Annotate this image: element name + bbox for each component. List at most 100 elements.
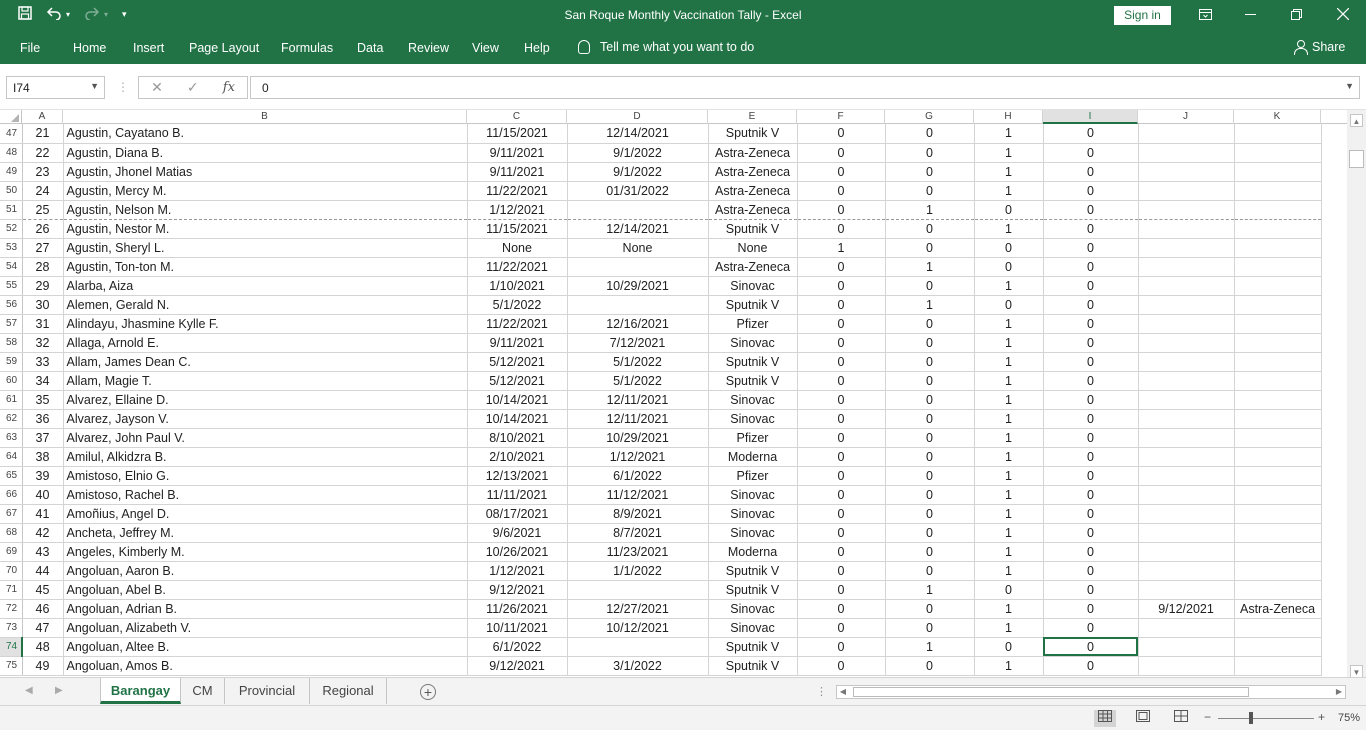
cell-i[interactable]: 0	[1043, 466, 1139, 486]
cell-k[interactable]	[1234, 238, 1322, 258]
cell-b[interactable]: Amistoso, Elnio G.	[63, 466, 468, 486]
cell-d[interactable]	[567, 295, 709, 315]
cell-g[interactable]: 0	[885, 219, 975, 239]
cell-c[interactable]: 5/1/2022	[467, 295, 568, 315]
row-header[interactable]: 63	[0, 428, 23, 448]
cell-a[interactable]: 30	[22, 295, 64, 315]
cell-a[interactable]: 22	[22, 143, 64, 163]
cell-k[interactable]	[1234, 409, 1322, 429]
sheet-tab-regional[interactable]: Regional	[310, 678, 387, 704]
cell-a[interactable]: 27	[22, 238, 64, 258]
minimize-icon[interactable]	[1240, 5, 1260, 25]
row-header[interactable]: 54	[0, 257, 23, 277]
cell-e[interactable]: Sinovac	[708, 523, 798, 543]
row-header[interactable]: 66	[0, 485, 23, 505]
cell-h[interactable]: 1	[974, 618, 1044, 638]
cell-j[interactable]	[1138, 504, 1235, 524]
sheet-tab-cm[interactable]: CM	[181, 678, 225, 704]
cell-d[interactable]: 11/12/2021	[567, 485, 709, 505]
cell-j[interactable]	[1138, 390, 1235, 410]
cell-a[interactable]: 42	[22, 523, 64, 543]
column-header-h[interactable]: H	[974, 110, 1043, 124]
insert-function-icon[interactable]: fx	[223, 80, 235, 95]
cell-f[interactable]: 1	[797, 238, 886, 258]
cell-h[interactable]: 0	[974, 637, 1044, 657]
next-sheet-icon[interactable]: ▶	[55, 685, 63, 696]
cell-f[interactable]: 0	[797, 656, 886, 676]
cell-c[interactable]: 10/11/2021	[467, 618, 568, 638]
cell-b[interactable]: Agustin, Mercy M.	[63, 181, 468, 201]
cell-b[interactable]: Angoluan, Altee B.	[63, 637, 468, 657]
cell-i[interactable]: 0	[1043, 238, 1139, 258]
cell-j[interactable]	[1138, 618, 1235, 638]
cell-b[interactable]: Angoluan, Adrian B.	[63, 599, 468, 619]
cell-d[interactable]	[567, 200, 709, 220]
close-icon[interactable]	[1333, 5, 1353, 25]
scroll-up-icon[interactable]: ▲	[1350, 114, 1363, 127]
cell-j[interactable]	[1138, 295, 1235, 315]
cell-g[interactable]: 0	[885, 447, 975, 467]
row-header[interactable]: 68	[0, 523, 23, 543]
cell-k[interactable]	[1234, 390, 1322, 410]
cell-g[interactable]: 0	[885, 371, 975, 391]
cell-h[interactable]: 1	[974, 314, 1044, 334]
cell-a[interactable]: 23	[22, 162, 64, 182]
tab-formulas[interactable]: Formulas	[281, 41, 333, 55]
cell-e[interactable]: Pfizer	[708, 466, 798, 486]
cell-c[interactable]: 9/12/2021	[467, 580, 568, 600]
cell-k[interactable]	[1234, 618, 1322, 638]
cell-g[interactable]: 0	[885, 485, 975, 505]
cell-j[interactable]: 9/12/2021	[1138, 599, 1235, 619]
cell-e[interactable]: Pfizer	[708, 428, 798, 448]
cell-c[interactable]: 9/11/2021	[467, 143, 568, 163]
cell-i[interactable]: 0	[1043, 181, 1139, 201]
cell-h[interactable]: 0	[974, 580, 1044, 600]
cell-j[interactable]	[1138, 580, 1235, 600]
cell-d[interactable]: 10/12/2021	[567, 618, 709, 638]
cell-f[interactable]: 0	[797, 599, 886, 619]
page-break-preview-icon[interactable]	[1170, 710, 1192, 727]
cell-a[interactable]: 43	[22, 542, 64, 562]
cell-h[interactable]: 0	[974, 295, 1044, 315]
cell-b[interactable]: Allam, James Dean C.	[63, 352, 468, 372]
cell-j[interactable]	[1138, 409, 1235, 429]
cell-e[interactable]: None	[708, 238, 798, 258]
cell-h[interactable]: 1	[974, 485, 1044, 505]
cell-d[interactable]: 12/16/2021	[567, 314, 709, 334]
cell-h[interactable]: 1	[974, 124, 1044, 144]
cell-c[interactable]: None	[467, 238, 568, 258]
cell-a[interactable]: 25	[22, 200, 64, 220]
cell-a[interactable]: 36	[22, 409, 64, 429]
cell-c[interactable]: 5/12/2021	[467, 371, 568, 391]
cell-a[interactable]: 41	[22, 504, 64, 524]
cell-f[interactable]: 0	[797, 333, 886, 353]
cell-d[interactable]	[567, 257, 709, 277]
sign-in-button[interactable]: Sign in	[1114, 6, 1171, 25]
cell-b[interactable]: Agustin, Ton-ton M.	[63, 257, 468, 277]
row-header[interactable]: 71	[0, 580, 23, 600]
cell-c[interactable]: 12/13/2021	[467, 466, 568, 486]
enter-icon[interactable]: ✓	[187, 79, 199, 96]
cell-g[interactable]: 0	[885, 276, 975, 296]
cell-e[interactable]: Sputnik V	[708, 295, 798, 315]
cell-c[interactable]: 11/22/2021	[467, 257, 568, 277]
cell-h[interactable]: 1	[974, 143, 1044, 163]
cell-h[interactable]: 1	[974, 561, 1044, 581]
formula-input[interactable]: 0 ▼	[250, 76, 1360, 99]
cell-a[interactable]: 46	[22, 599, 64, 619]
cell-i[interactable]: 0	[1043, 656, 1139, 676]
cell-k[interactable]	[1234, 371, 1322, 391]
cell-b[interactable]: Agustin, Nelson M.	[63, 200, 468, 220]
cell-k[interactable]	[1234, 504, 1322, 524]
zoom-slider-thumb[interactable]	[1249, 712, 1253, 724]
cell-e[interactable]: Sputnik V	[708, 371, 798, 391]
sheet-tab-barangay[interactable]: Barangay	[100, 678, 181, 704]
cell-i[interactable]: 0	[1043, 200, 1139, 220]
column-header-e[interactable]: E	[708, 110, 797, 124]
cell-e[interactable]: Sinovac	[708, 390, 798, 410]
zoom-level[interactable]: 75%	[1338, 712, 1360, 724]
cell-b[interactable]: Agustin, Diana B.	[63, 143, 468, 163]
cell-a[interactable]: 39	[22, 466, 64, 486]
cell-a[interactable]: 49	[22, 656, 64, 676]
tab-view[interactable]: View	[472, 41, 499, 55]
